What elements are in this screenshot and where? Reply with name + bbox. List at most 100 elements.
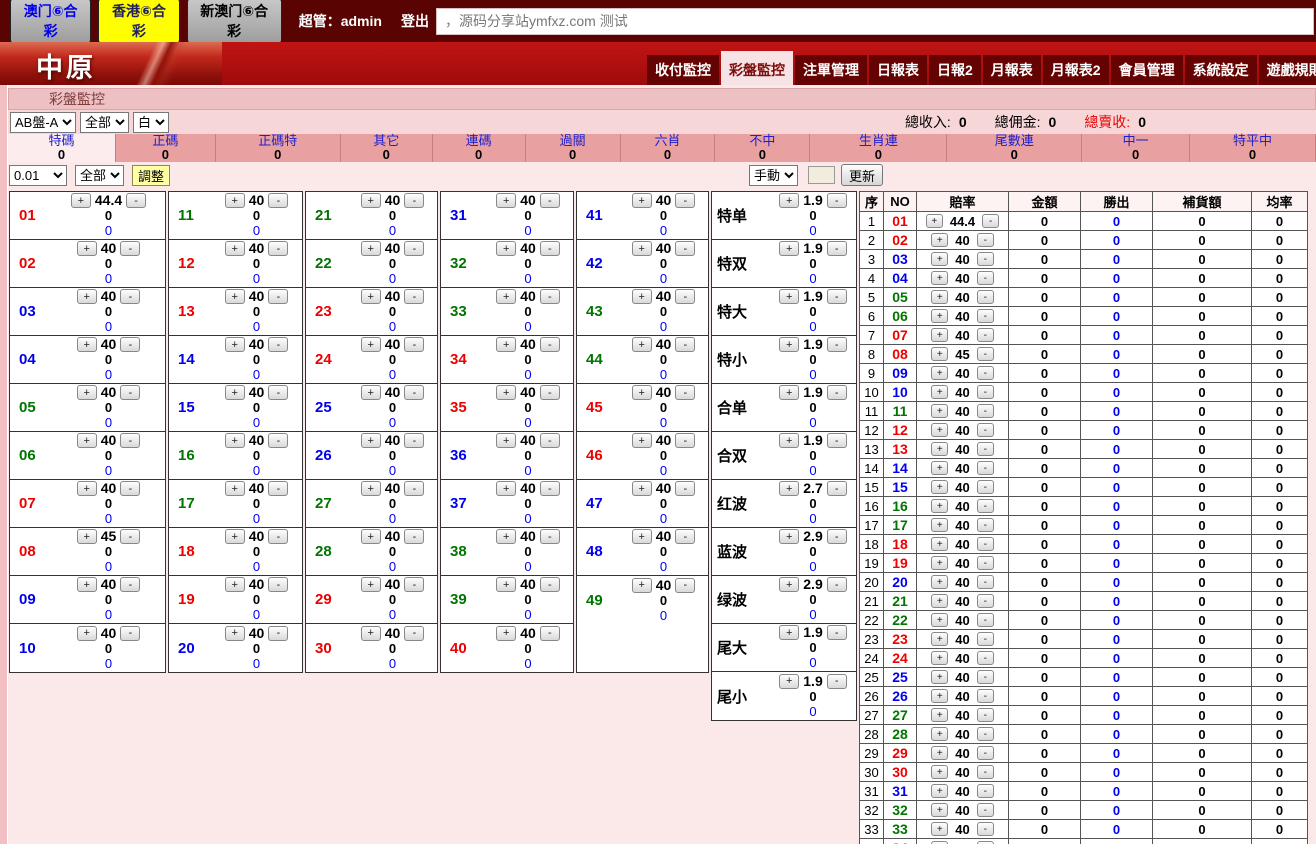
- odds-plus-button[interactable]: +: [360, 193, 381, 208]
- step-select[interactable]: 0.01: [9, 165, 67, 186]
- odds-minus-button[interactable]: -: [404, 481, 425, 496]
- odds-minus-button[interactable]: -: [976, 784, 994, 798]
- odds-plus-button[interactable]: +: [779, 625, 800, 640]
- odds-plus-button[interactable]: +: [496, 193, 517, 208]
- odds-plus-button[interactable]: +: [360, 433, 381, 448]
- odds-plus-button[interactable]: +: [779, 337, 800, 352]
- odds-minus-button[interactable]: -: [120, 625, 141, 641]
- odds-plus-button[interactable]: +: [931, 233, 949, 247]
- category-tab[interactable]: 連碼 0: [433, 134, 526, 162]
- adjust-scope-select[interactable]: 全部: [75, 165, 124, 186]
- odds-plus-button[interactable]: +: [224, 625, 245, 641]
- odds-plus-button[interactable]: +: [631, 241, 652, 256]
- odds-plus-button[interactable]: +: [931, 252, 949, 266]
- odds-minus-button[interactable]: -: [404, 433, 425, 448]
- odds-plus-button[interactable]: +: [931, 803, 949, 817]
- odds-plus-button[interactable]: +: [76, 529, 97, 544]
- odds-plus-button[interactable]: +: [925, 214, 943, 228]
- odds-plus-button[interactable]: +: [931, 784, 949, 798]
- odds-minus-button[interactable]: -: [120, 289, 141, 304]
- odds-plus-button[interactable]: +: [779, 289, 800, 304]
- odds-plus-button[interactable]: +: [496, 241, 517, 256]
- odds-plus-button[interactable]: +: [224, 385, 245, 400]
- odds-plus-button[interactable]: +: [931, 366, 949, 380]
- odds-plus-button[interactable]: +: [779, 241, 800, 256]
- odds-minus-button[interactable]: -: [976, 556, 994, 570]
- odds-minus-button[interactable]: -: [976, 613, 994, 627]
- nav-tab[interactable]: 日報表: [869, 55, 927, 85]
- odds-minus-button[interactable]: -: [675, 289, 696, 304]
- odds-plus-button[interactable]: +: [931, 423, 949, 437]
- update-button[interactable]: 更新: [841, 164, 884, 186]
- odds-minus-button[interactable]: -: [404, 625, 425, 641]
- odds-plus-button[interactable]: +: [224, 577, 245, 592]
- odds-minus-button[interactable]: -: [976, 480, 994, 494]
- odds-plus-button[interactable]: +: [76, 385, 97, 400]
- odds-minus-button[interactable]: -: [404, 385, 425, 400]
- nav-tab[interactable]: 注單管理: [795, 55, 867, 85]
- odds-minus-button[interactable]: -: [675, 577, 696, 593]
- logout-link[interactable]: 登出: [401, 11, 429, 31]
- odds-plus-button[interactable]: +: [76, 289, 97, 304]
- odds-minus-button[interactable]: -: [826, 577, 847, 592]
- odds-plus-button[interactable]: +: [631, 193, 652, 208]
- odds-plus-button[interactable]: +: [931, 670, 949, 684]
- odds-plus-button[interactable]: +: [931, 822, 949, 836]
- odds-plus-button[interactable]: +: [931, 594, 949, 608]
- category-tab[interactable]: 過關 0: [526, 134, 621, 162]
- odds-minus-button[interactable]: -: [120, 577, 141, 592]
- odds-plus-button[interactable]: +: [931, 461, 949, 475]
- odds-plus-button[interactable]: +: [631, 529, 652, 544]
- odds-plus-button[interactable]: +: [496, 577, 517, 592]
- nav-tab[interactable]: 月報表2: [1042, 55, 1109, 85]
- odds-plus-button[interactable]: +: [779, 193, 800, 208]
- nav-tab[interactable]: 遊戲規則: [1258, 55, 1316, 85]
- odds-plus-button[interactable]: +: [931, 746, 949, 760]
- odds-minus-button[interactable]: -: [539, 481, 560, 496]
- odds-minus-button[interactable]: -: [976, 252, 994, 266]
- odds-minus-button[interactable]: -: [826, 337, 847, 352]
- odds-plus-button[interactable]: +: [631, 481, 652, 496]
- odds-minus-button[interactable]: -: [826, 241, 847, 256]
- category-tab[interactable]: 中一 0: [1082, 134, 1191, 162]
- odds-minus-button[interactable]: -: [268, 625, 289, 641]
- odds-plus-button[interactable]: +: [931, 347, 949, 361]
- scope-select[interactable]: 全部: [80, 111, 129, 133]
- odds-plus-button[interactable]: +: [360, 241, 381, 256]
- odds-minus-button[interactable]: -: [120, 385, 141, 400]
- odds-minus-button[interactable]: -: [976, 423, 994, 437]
- category-tab[interactable]: 尾數連 0: [947, 134, 1083, 162]
- odds-minus-button[interactable]: -: [976, 309, 994, 323]
- odds-plus-button[interactable]: +: [76, 625, 97, 641]
- category-tab[interactable]: 其它 0: [341, 134, 433, 162]
- odds-minus-button[interactable]: -: [268, 481, 289, 496]
- odds-minus-button[interactable]: -: [976, 537, 994, 551]
- game-button[interactable]: 新澳门⑥合彩: [186, 0, 282, 44]
- odds-minus-button[interactable]: -: [826, 481, 847, 496]
- odds-plus-button[interactable]: +: [631, 289, 652, 304]
- odds-plus-button[interactable]: +: [496, 337, 517, 352]
- odds-plus-button[interactable]: +: [931, 727, 949, 741]
- note-input[interactable]: [435, 7, 1314, 35]
- nav-tab[interactable]: 日報2: [929, 55, 981, 85]
- category-tab[interactable]: 特碼 0: [8, 134, 116, 162]
- odds-plus-button[interactable]: +: [224, 289, 245, 304]
- odds-minus-button[interactable]: -: [976, 670, 994, 684]
- odds-plus-button[interactable]: +: [931, 385, 949, 399]
- category-tab[interactable]: 六肖 0: [621, 134, 716, 162]
- odds-plus-button[interactable]: +: [496, 385, 517, 400]
- odds-plus-button[interactable]: +: [76, 433, 97, 448]
- odds-plus-button[interactable]: +: [70, 193, 91, 208]
- odds-plus-button[interactable]: +: [496, 289, 517, 304]
- odds-minus-button[interactable]: -: [404, 193, 425, 208]
- odds-minus-button[interactable]: -: [675, 481, 696, 496]
- odds-plus-button[interactable]: +: [931, 290, 949, 304]
- category-tab[interactable]: 不中 0: [715, 134, 811, 162]
- game-button[interactable]: 澳门⑥合彩: [10, 0, 92, 44]
- odds-minus-button[interactable]: -: [539, 529, 560, 544]
- odds-minus-button[interactable]: -: [268, 193, 289, 208]
- odds-plus-button[interactable]: +: [360, 625, 381, 641]
- odds-plus-button[interactable]: +: [360, 385, 381, 400]
- odds-plus-button[interactable]: +: [76, 241, 97, 256]
- odds-minus-button[interactable]: -: [675, 385, 696, 400]
